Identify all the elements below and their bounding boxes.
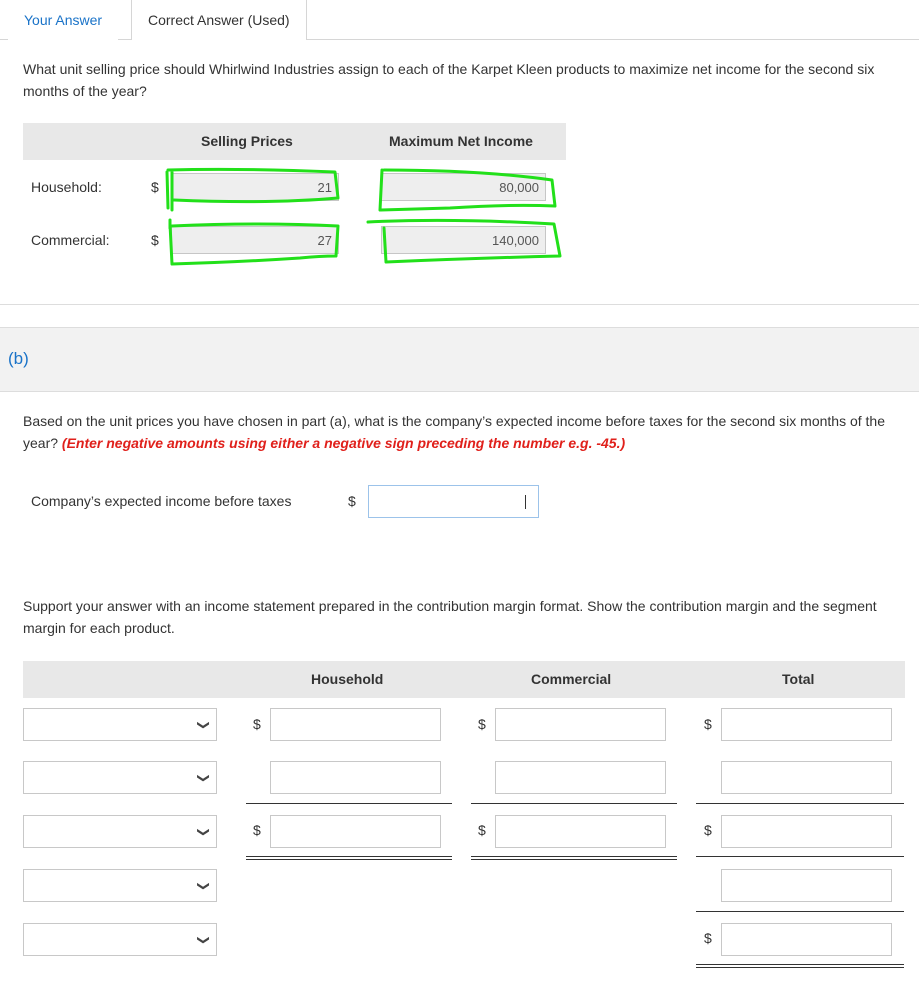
commercial-currency: $ [151, 232, 159, 248]
commercial-input-3[interactable] [495, 815, 666, 848]
total-currency-3: $ [704, 822, 712, 838]
line-item-select-2[interactable]: ❯ [23, 761, 217, 794]
total-input-4[interactable] [721, 869, 892, 902]
header-commercial: Commercial [531, 671, 612, 687]
commercial-currency-3: $ [478, 822, 486, 838]
household-currency-3: $ [253, 822, 261, 838]
line-item-select-4[interactable]: ❯ [23, 869, 217, 902]
line-item-select-3[interactable]: ❯ [23, 815, 217, 848]
double-rule-top [246, 856, 452, 857]
chevron-down-icon: ❯ [197, 880, 211, 892]
commercial-max-net-income-field[interactable]: 140,000 [381, 226, 546, 254]
divider [0, 304, 919, 305]
subtotal-rule [696, 911, 904, 912]
header-selling-prices: Selling Prices [201, 133, 293, 149]
income-before-taxes-label: Company’s expected income before taxes [31, 493, 292, 509]
commercial-label: Commercial: [31, 232, 110, 248]
income-statement-header-bar [23, 661, 905, 698]
part-b-section-bar [0, 327, 919, 392]
total-input-3[interactable] [721, 815, 892, 848]
household-currency: $ [151, 179, 159, 195]
commercial-input-1[interactable] [495, 708, 666, 741]
total-input-2[interactable] [721, 761, 892, 794]
negative-amount-instruction: (Enter negative amounts using either a n… [61, 435, 626, 451]
commercial-input-2[interactable] [495, 761, 666, 794]
commercial-selling-price-field[interactable]: 27 [171, 226, 339, 254]
subtotal-rule [696, 803, 904, 804]
chevron-down-icon: ❯ [197, 719, 211, 731]
household-currency-1: $ [253, 716, 261, 732]
subtotal-rule [696, 856, 904, 857]
chevron-down-icon: ❯ [197, 772, 211, 784]
part-b-question: Based on the unit prices you have chosen… [23, 410, 903, 454]
double-rule-top [471, 856, 677, 857]
household-max-net-income-field[interactable]: 80,000 [381, 173, 546, 201]
double-rule-bottom [471, 859, 677, 860]
household-input-2[interactable] [270, 761, 441, 794]
commercial-currency-1: $ [478, 716, 486, 732]
tab-correct-answer[interactable]: Correct Answer (Used) [131, 0, 307, 40]
part-b-label: (b) [8, 349, 29, 368]
double-rule-bottom [246, 859, 452, 860]
double-rule-bottom [696, 967, 904, 968]
support-instruction: Support your answer with an income state… [23, 598, 877, 636]
header-maximum-net-income: Maximum Net Income [389, 133, 533, 149]
household-label: Household: [31, 179, 102, 195]
total-currency-5: $ [704, 930, 712, 946]
income-before-taxes-input[interactable] [368, 485, 539, 518]
total-input-5[interactable] [721, 923, 892, 956]
household-input-3[interactable] [270, 815, 441, 848]
household-selling-price-field[interactable]: 21 [171, 173, 339, 201]
income-currency: $ [348, 493, 356, 509]
chevron-down-icon: ❯ [197, 826, 211, 838]
subtotal-rule [471, 803, 677, 804]
chevron-down-icon: ❯ [197, 934, 211, 946]
household-input-1[interactable] [270, 708, 441, 741]
line-item-select-1[interactable]: ❯ [23, 708, 217, 741]
total-currency-1: $ [704, 716, 712, 732]
part-a-question: What unit selling price should Whirlwind… [23, 61, 875, 99]
double-rule-top [696, 964, 904, 965]
total-input-1[interactable] [721, 708, 892, 741]
text-caret [525, 495, 526, 509]
header-total: Total [782, 671, 815, 687]
tab-your-answer[interactable]: Your Answer [8, 0, 119, 40]
line-item-select-5[interactable]: ❯ [23, 923, 217, 956]
header-household: Household [311, 671, 384, 687]
subtotal-rule [246, 803, 452, 804]
answer-tabs: Your Answer Correct Answer (Used) [0, 0, 919, 40]
